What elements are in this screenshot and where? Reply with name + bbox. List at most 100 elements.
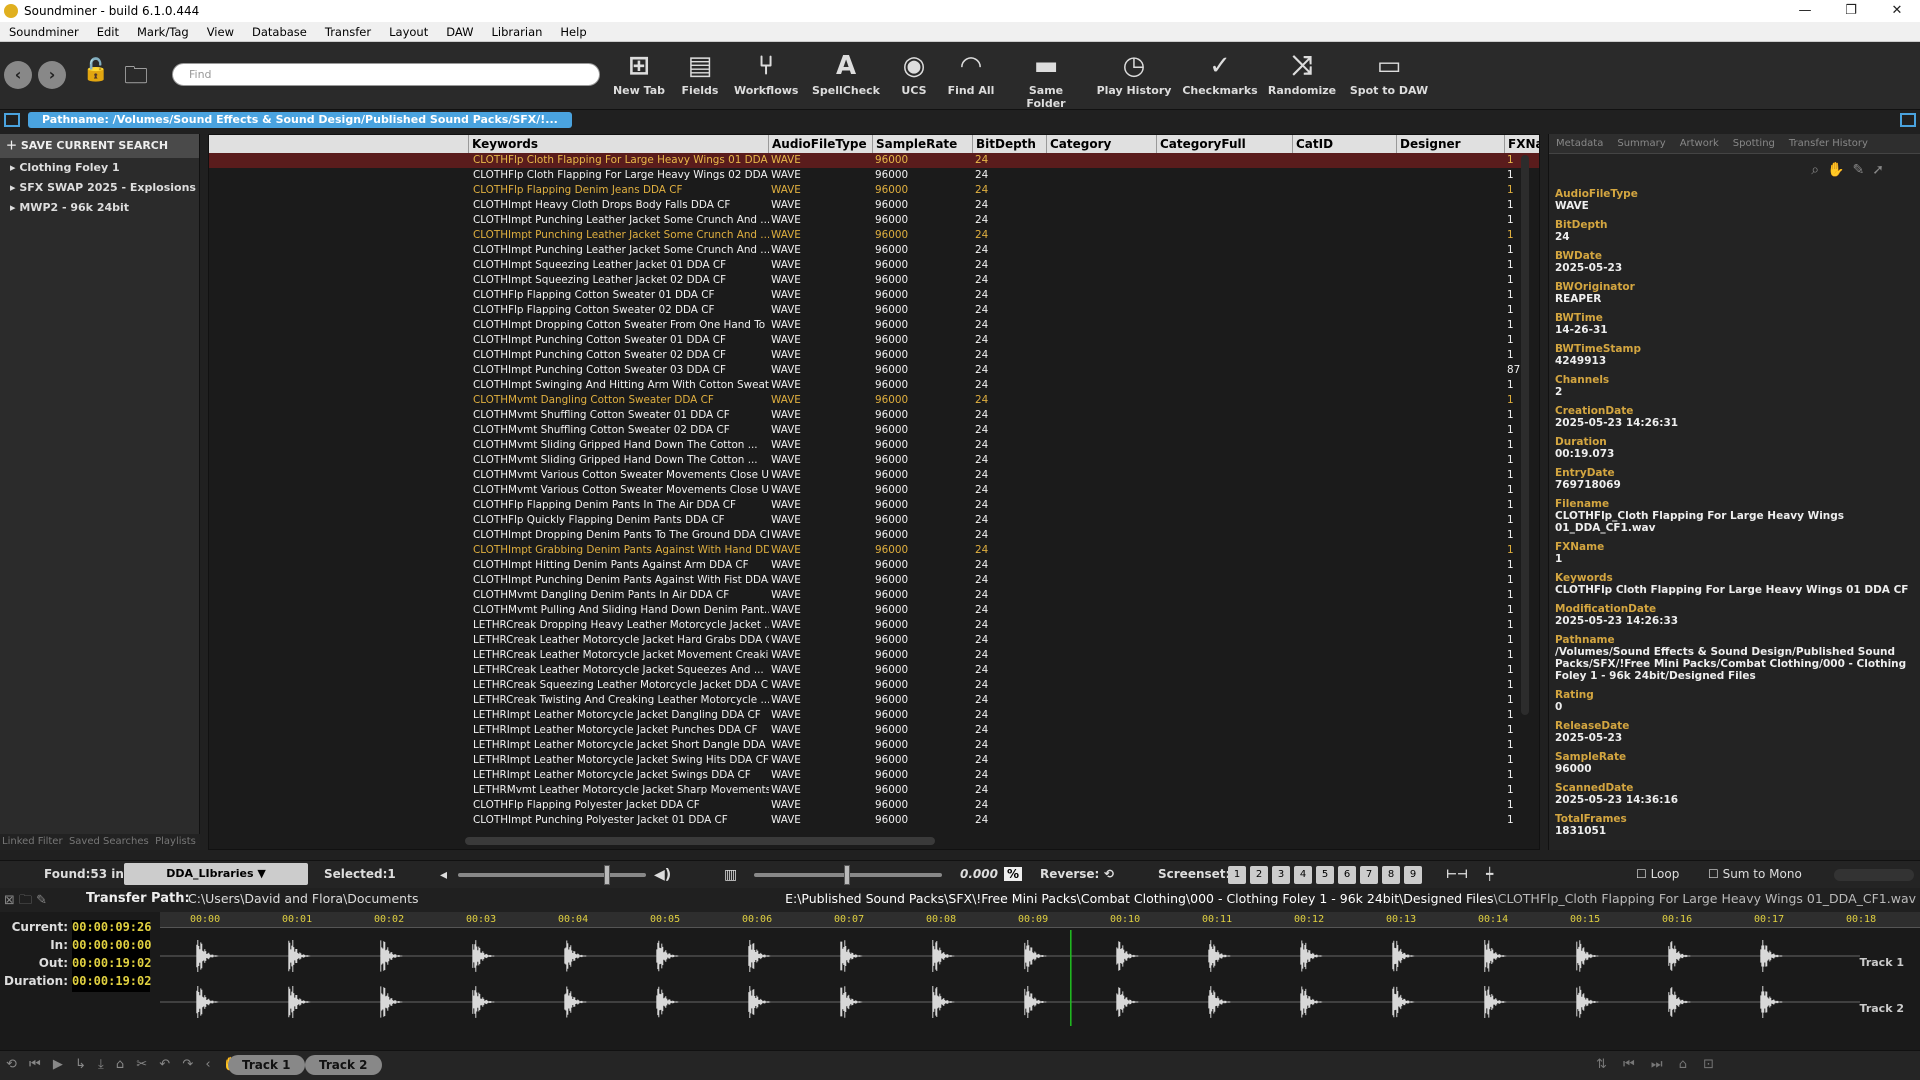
table-row[interactable]: CLOTHImpt Punching Cotton Sweater 03 DDA…	[209, 363, 1539, 378]
menu-item[interactable]: Edit	[88, 25, 128, 39]
table-row[interactable]: LETHRCreak Leather Motorcycle Jacket Mov…	[209, 648, 1539, 663]
search-input[interactable]: Find	[172, 63, 600, 86]
metadata-value[interactable]: 2025-05-23	[1555, 732, 1915, 744]
column-header[interactable]: BitDepth	[973, 135, 1047, 153]
table-row[interactable]: CLOTHFlp Flapping Cotton Sweater 02 DDA …	[209, 303, 1539, 318]
menu-item[interactable]: Help	[551, 25, 595, 39]
save-current-search-button[interactable]: ＋ SAVE CURRENT SEARCH	[0, 134, 199, 158]
forward-icon[interactable]: ›	[38, 61, 66, 89]
fit-icon[interactable]: ⊢⊣	[1446, 867, 1468, 881]
table-row[interactable]: LETHRMvmt Leather Motorcycle Jacket Shar…	[209, 783, 1539, 798]
hand-icon[interactable]: ✋	[1827, 162, 1852, 178]
table-row[interactable]: CLOTHFlp Flapping Denim Jeans DDA CF WAVE…	[209, 183, 1539, 198]
edit-tools-icon[interactable]: ⇅ ⏮ ⏭ ⌂ ⊡	[1596, 1057, 1720, 1072]
same-folder-button[interactable]: ▬ Same Folder	[1008, 48, 1084, 110]
folder-search-icon[interactable]: 🗀	[124, 58, 158, 89]
vertical-scrollbar[interactable]	[1521, 155, 1529, 715]
horizontal-scrollbar[interactable]	[465, 837, 935, 845]
loop-checkbox[interactable]: ☐ Loop	[1636, 867, 1679, 881]
table-row[interactable]: CLOTHMvmt Various Cotton Sweater Movemen…	[209, 483, 1539, 498]
table-row[interactable]: CLOTHImpt Punching Cotton Sweater 02 DDA…	[209, 348, 1539, 363]
column-header[interactable]: Category	[1047, 135, 1157, 153]
metadata-value[interactable]: 1831051	[1555, 825, 1915, 837]
volume-slider[interactable]	[458, 873, 646, 877]
arrow-icon[interactable]: ➚	[1872, 162, 1892, 178]
right-panel-toggle-icon[interactable]	[1900, 113, 1916, 127]
menu-item[interactable]: Librarian	[482, 25, 551, 39]
metadata-value[interactable]: 2025-05-23	[1555, 262, 1915, 274]
table-row[interactable]: CLOTHMvmt Sliding Gripped Hand Down The …	[209, 438, 1539, 453]
column-header[interactable]: Designer	[1397, 135, 1505, 153]
metadata-value[interactable]: 2	[1555, 386, 1915, 398]
tab-summary[interactable]: Summary	[1610, 134, 1672, 153]
volume-knob[interactable]	[604, 865, 610, 885]
table-row[interactable]: CLOTHImpt Punching Denim Pants Against W…	[209, 573, 1539, 588]
metadata-value[interactable]: 0	[1555, 701, 1915, 713]
close-icon[interactable]: ✕	[1874, 0, 1920, 22]
table-row[interactable]: CLOTHMvmt Pulling And Sliding Hand Down …	[209, 603, 1539, 618]
track-1-button[interactable]: Track 1	[228, 1055, 305, 1075]
table-row[interactable]: CLOTHFlp Cloth Flapping For Large Heavy …	[209, 168, 1539, 183]
table-row[interactable]: CLOTHImpt Punching Leather Jacket Some C…	[209, 243, 1539, 258]
library-select[interactable]: DDA_LIbraries ▼	[124, 863, 308, 885]
volume-low-icon[interactable]: ◂	[440, 867, 447, 883]
pitch-icon[interactable]: ▥	[724, 867, 737, 883]
table-row[interactable]: LETHRCreak Dropping Heavy Leather Motorc…	[209, 618, 1539, 633]
metadata-value[interactable]: 14-26-31	[1555, 324, 1915, 336]
table-row[interactable]: CLOTHImpt Swinging And Hitting Arm With …	[209, 378, 1539, 393]
metadata-value[interactable]: WAVE	[1555, 200, 1915, 212]
menu-item[interactable]: Database	[243, 25, 316, 39]
table-row[interactable]: CLOTHFlp Flapping Cotton Sweater 01 DDA …	[209, 288, 1539, 303]
table-row[interactable]: LETHRCreak Squeezing Leather Motorcycle …	[209, 678, 1539, 693]
table-row[interactable]: CLOTHMvmt Shuffling Cotton Sweater 01 DD…	[209, 408, 1539, 423]
metadata-value[interactable]: 2025-05-23 14:36:16	[1555, 794, 1915, 806]
marker-icon[interactable]: ┿	[1486, 867, 1493, 881]
metadata-value[interactable]: 1	[1555, 553, 1915, 565]
screenset-button[interactable]: 2	[1250, 866, 1268, 884]
table-row[interactable]: LETHRCreak Leather Motorcycle Jacket Har…	[209, 633, 1539, 648]
table-row[interactable]: CLOTHMvmt Various Cotton Sweater Movemen…	[209, 468, 1539, 483]
spot-to-daw-button[interactable]: ▭ Spot to DAW	[1348, 48, 1430, 97]
screenset-button[interactable]: 1	[1228, 866, 1246, 884]
workflows-button[interactable]: ⑂ Workflows	[734, 48, 798, 97]
table-row[interactable]: CLOTHImpt Punching Leather Jacket Some C…	[209, 213, 1539, 228]
transport-buttons-icon[interactable]: ⟲ ⏮ ▶ ↳ ⤓ ⌂ ✂ ↶ ↷ ‹ ✋	[6, 1057, 243, 1072]
metadata-value[interactable]: 2025-05-23 14:26:33	[1555, 615, 1915, 627]
pencil-icon[interactable]: ✎	[1853, 162, 1873, 178]
pitch-knob[interactable]	[844, 865, 850, 885]
tab-spotting[interactable]: Spotting	[1726, 134, 1782, 153]
waveform-tracks[interactable]	[160, 930, 1920, 1048]
menu-item[interactable]: Mark/Tag	[128, 25, 198, 39]
tab-transfer-history[interactable]: Transfer History	[1782, 134, 1875, 153]
table-row[interactable]: CLOTHMvmt Dangling Cotton Sweater DDA CF…	[209, 393, 1539, 408]
table-row[interactable]: LETHRCreak Leather Motorcycle Jacket Squ…	[209, 663, 1539, 678]
menu-item[interactable]: View	[198, 25, 243, 39]
ucs-button[interactable]: ◉ UCS	[894, 48, 934, 97]
saved-search-item[interactable]: ▸ SFX SWAP 2025 - Explosions	[0, 178, 199, 198]
metadata-value[interactable]: 2025-05-23 14:26:31	[1555, 417, 1915, 429]
screenset-button[interactable]: 3	[1272, 866, 1290, 884]
panel-toggle-icon[interactable]	[4, 113, 20, 127]
table-row[interactable]: CLOTHMvmt Shuffling Cotton Sweater 02 DD…	[209, 423, 1539, 438]
tab-saved-searches[interactable]: Saved Searches	[69, 836, 149, 847]
column-header[interactable]: CategoryFull	[1157, 135, 1293, 153]
table-row[interactable]: CLOTHFlp Cloth Flapping For Large Heavy …	[209, 153, 1539, 168]
table-row[interactable]: CLOTHMvmt Sliding Gripped Hand Down The …	[209, 453, 1539, 468]
table-row[interactable]: LETHRImpt Leather Motorcycle Jacket Punc…	[209, 723, 1539, 738]
tab-metadata[interactable]: Metadata	[1549, 134, 1610, 153]
restore-icon[interactable]: ❐	[1828, 0, 1874, 22]
metadata-value[interactable]: CLOTHFlp_Cloth Flapping For Large Heavy …	[1555, 510, 1915, 534]
checkmarks-button[interactable]: ✓ Checkmarks	[1182, 48, 1258, 97]
table-row[interactable]: CLOTHImpt Squeezing Leather Jacket 01 DD…	[209, 258, 1539, 273]
menu-item[interactable]: DAW	[437, 25, 482, 39]
table-row[interactable]: LETHRImpt Leather Motorcycle Jacket Dang…	[209, 708, 1539, 723]
percent-toggle[interactable]: %	[1004, 867, 1023, 881]
metadata-value[interactable]: 96000	[1555, 763, 1915, 775]
metadata-value[interactable]: 769718069	[1555, 479, 1915, 491]
screenset-button[interactable]: 7	[1360, 866, 1378, 884]
screenset-button[interactable]: 9	[1404, 866, 1422, 884]
column-header[interactable]: AudioFileType	[769, 135, 873, 153]
table-row[interactable]: CLOTHImpt Heavy Cloth Drops Body Falls D…	[209, 198, 1539, 213]
metadata-value[interactable]: 4249913	[1555, 355, 1915, 367]
metadata-value[interactable]: /Volumes/Sound Effects & Sound Design/Pu…	[1555, 646, 1915, 682]
